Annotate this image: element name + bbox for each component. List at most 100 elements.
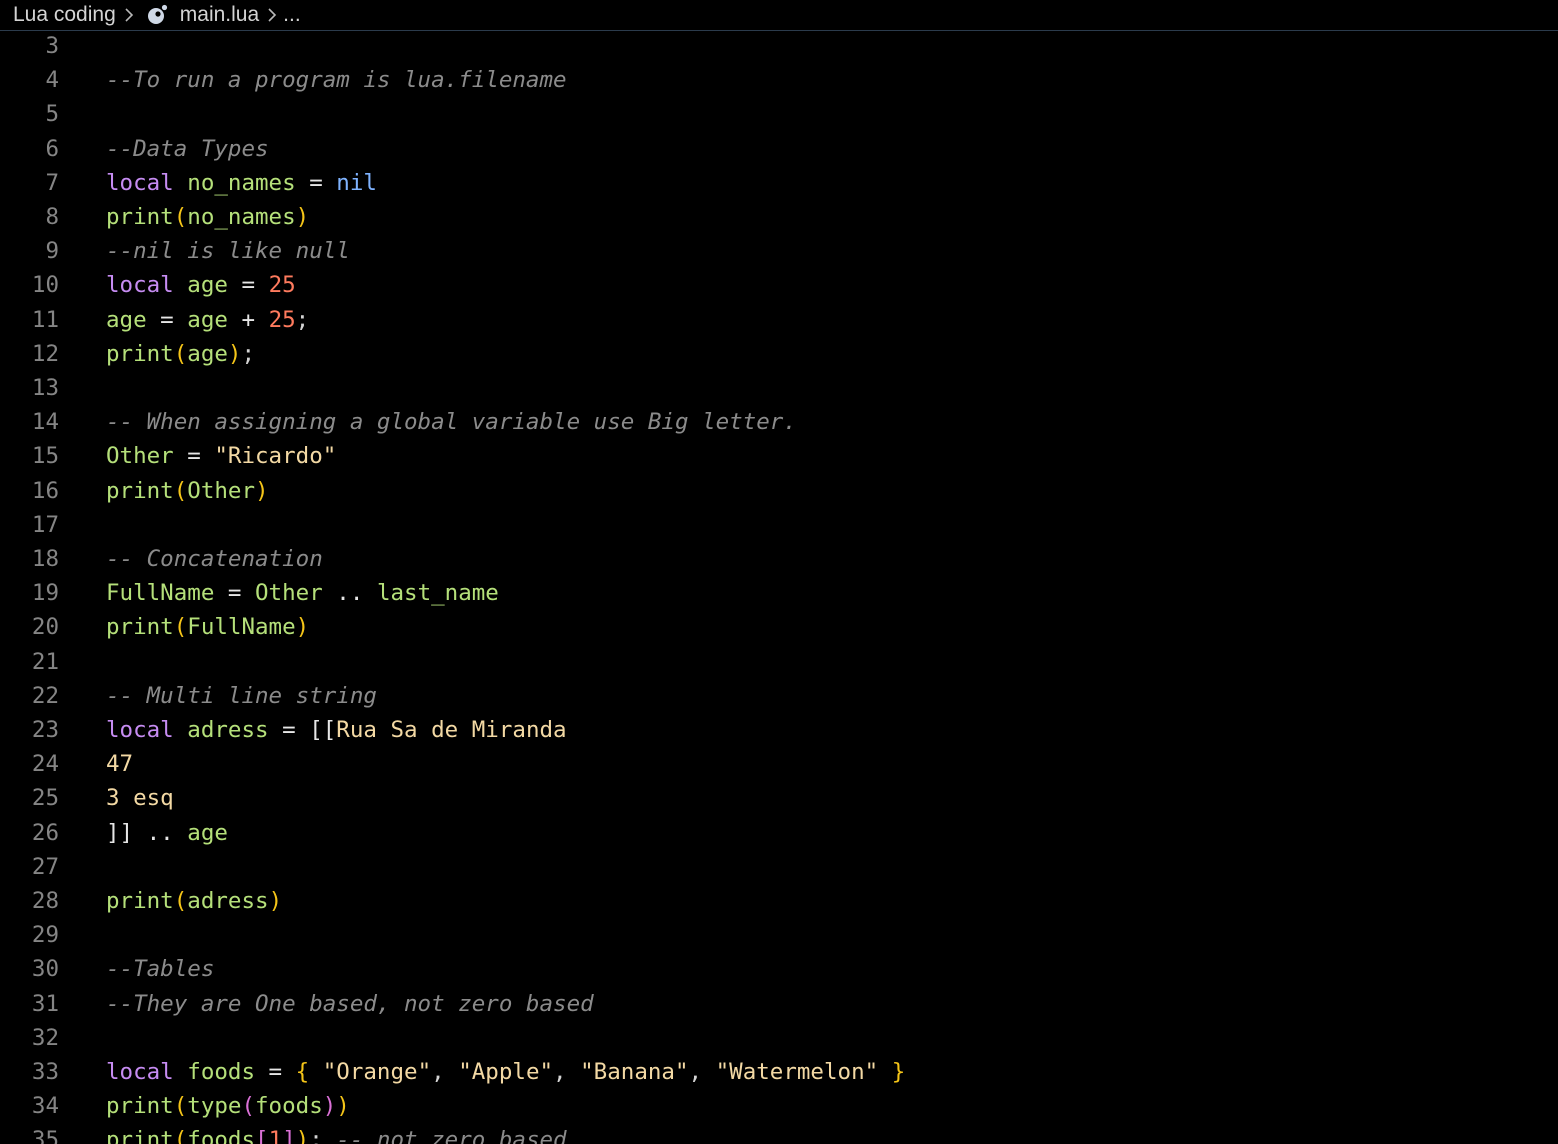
line-code: --They are One based, not zero based: [106, 987, 594, 1021]
code-token-ident: Other: [187, 477, 256, 504]
code-line[interactable]: 28 print(adress): [0, 884, 1558, 918]
code-line[interactable]: 23 local adress = [[Rua Sa de Miranda: [0, 713, 1558, 747]
code-token-comment: --nil is like null: [106, 238, 350, 265]
code-line[interactable]: 3: [0, 29, 1558, 63]
code-token-op: ..: [133, 819, 188, 846]
code-line[interactable]: 24 47: [0, 747, 1558, 781]
code-line[interactable]: 13: [0, 371, 1558, 405]
code-line[interactable]: 34 print(type(foods)): [0, 1089, 1558, 1123]
code-line[interactable]: 19 FullName = Other .. last_name: [0, 576, 1558, 610]
line-number: 23: [31, 717, 59, 743]
line-number: 4: [45, 67, 59, 94]
code-line[interactable]: 20 print(FullName): [0, 610, 1558, 644]
code-token-ident: Other: [255, 580, 323, 607]
line-number: 11: [31, 306, 59, 333]
line-code: --Data Types: [106, 132, 269, 166]
code-token-ident: print: [106, 204, 174, 230]
line-code: age = age + 25;: [106, 303, 309, 337]
code-token-ident: print: [106, 340, 174, 367]
line-code: print(adress): [106, 884, 282, 918]
code-line[interactable]: 32: [0, 1021, 1558, 1055]
line-code: local age = 25: [106, 268, 296, 302]
code-token-op: = [[: [268, 717, 337, 743]
code-line[interactable]: 14 -- When assigning a global variable us…: [0, 405, 1558, 439]
line-code: -- When assigning a global variable use …: [106, 405, 797, 439]
code-line[interactable]: 25 3 esq: [0, 781, 1558, 815]
code-token-paren: (: [173, 1093, 188, 1120]
code-line[interactable]: 22 -- Multi line string: [0, 679, 1558, 713]
code-token-ident: FullName: [106, 580, 215, 607]
line-number: 18: [31, 546, 59, 572]
line-number: 21: [31, 648, 59, 675]
line-code: local foods = { "Orange", "Apple", "Bana…: [106, 1055, 905, 1089]
code-token-ident: type: [187, 1093, 242, 1120]
breadcrumb-folder[interactable]: Lua coding: [13, 3, 116, 27]
breadcrumb-file[interactable]: main.lua: [180, 3, 259, 27]
code-token-ident: age: [187, 819, 228, 846]
code-line[interactable]: 12 print(age);: [0, 337, 1558, 371]
line-number: 32: [31, 1024, 59, 1051]
code-token-string: "Banana": [580, 1059, 689, 1085]
code-token-keyword: local: [106, 169, 174, 196]
code-token-ident: print: [106, 1093, 174, 1120]
line-code: 3 esq: [106, 781, 174, 815]
line-number: 33: [31, 1059, 59, 1085]
line-code: print(no_names): [106, 200, 309, 234]
code-line[interactable]: 15 Other = "Ricardo": [0, 439, 1558, 473]
code-token-ident: no_names: [187, 169, 296, 196]
code-line[interactable]: 9 --nil is like null: [0, 234, 1558, 268]
line-code: -- Concatenation: [106, 542, 323, 576]
line-code: print(age);: [106, 337, 255, 371]
code-token-paren: ): [336, 1093, 350, 1120]
code-line[interactable]: 21: [0, 645, 1558, 679]
line-number: 30: [31, 956, 59, 983]
code-token-op: =: [295, 169, 337, 196]
line-number: 7: [45, 169, 59, 196]
code-token-ident: print: [106, 614, 174, 641]
code-line[interactable]: 31 --They are One based, not zero based: [0, 987, 1558, 1021]
code-line[interactable]: 30 --Tables: [0, 952, 1558, 986]
code-token-ident: Other: [106, 443, 174, 470]
code-line[interactable]: 10 local age = 25: [0, 268, 1558, 302]
line-number: 14: [31, 409, 59, 436]
code-token-string: Rua Sa de Miranda: [336, 717, 567, 743]
code-line[interactable]: 7 local no_names = nil: [0, 166, 1558, 200]
code-line[interactable]: 27: [0, 850, 1558, 884]
code-token-ident: age: [187, 306, 228, 333]
code-token-comment: -- Concatenation: [106, 546, 323, 572]
breadcrumb-more[interactable]: ...: [283, 3, 301, 27]
code-token-op: [878, 1059, 892, 1085]
code-token-op: =: [227, 272, 269, 299]
code-line[interactable]: 26]] .. age: [0, 816, 1558, 850]
code-token-op: [309, 1059, 323, 1085]
code-line[interactable]: 4 --To run a program is lua.filename: [0, 63, 1558, 97]
code-line[interactable]: 8 print(no_names): [0, 200, 1558, 234]
code-token-ident: last_name: [376, 580, 499, 607]
code-token-ident: adress: [187, 717, 269, 743]
code-token-comment: --Tables: [106, 956, 215, 983]
code-editor[interactable]: 3 4 --To run a program is lua.filename 5 6 --…: [0, 29, 1558, 1144]
code-line[interactable]: 29: [0, 918, 1558, 952]
code-token-paren: ): [295, 1127, 310, 1144]
line-code: ]] .. age: [106, 816, 228, 850]
code-token-ident: no_names: [187, 204, 296, 230]
code-token-paren: ): [227, 340, 242, 367]
code-line[interactable]: 6 --Data Types: [0, 132, 1558, 166]
code-token-paren: ): [295, 204, 310, 230]
code-token-comment: --Data Types: [106, 135, 269, 162]
code-line[interactable]: 35 print(foods[1]); -- not zero based: [0, 1123, 1558, 1144]
code-line[interactable]: 16 print(Other): [0, 474, 1558, 508]
code-token-op: [174, 272, 188, 298]
code-token-ident: foods: [187, 1127, 256, 1144]
line-number: 25: [31, 785, 59, 812]
code-token-punct: ;: [295, 306, 310, 333]
code-line[interactable]: 33 local foods = { "Orange", "Apple", "Ba…: [0, 1055, 1558, 1089]
code-token-string: 3 esq: [106, 785, 174, 812]
code-line[interactable]: 5: [0, 97, 1558, 131]
code-line[interactable]: 11 age = age + 25;: [0, 303, 1558, 337]
code-token-op: [174, 170, 188, 196]
code-token-nil: nil: [336, 169, 377, 196]
code-line[interactable]: 17: [0, 508, 1558, 542]
code-line[interactable]: 18 -- Concatenation: [0, 542, 1558, 576]
line-code: local adress = [[Rua Sa de Miranda: [106, 713, 567, 747]
